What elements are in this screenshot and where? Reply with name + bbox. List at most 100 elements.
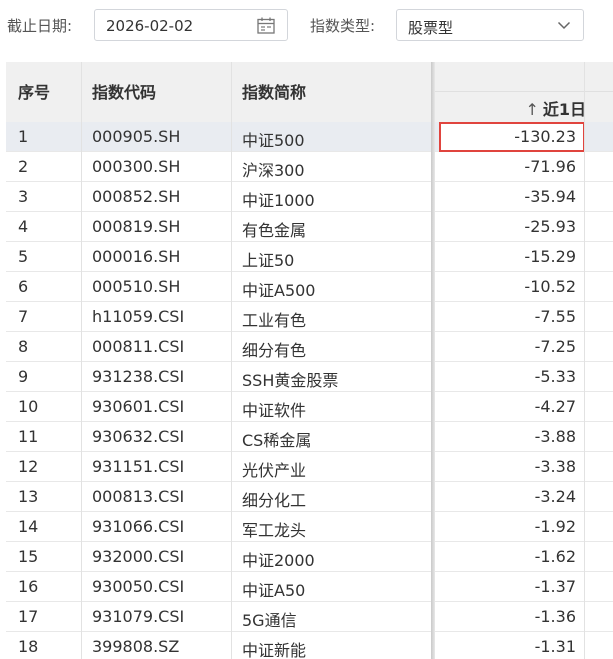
table-row[interactable]: 2 000300.SH 沪深300 -71.96 [6, 152, 613, 182]
row-index: 10 [18, 397, 39, 416]
table-row[interactable]: 4 000819.SH 有色金属 -25.93 [6, 212, 613, 242]
index-name: 沪深300 [242, 161, 305, 180]
index-name: 上证50 [242, 251, 295, 270]
table-row[interactable]: 5 000016.SH 上证50 -15.29 [6, 242, 613, 272]
index-code: 931151.CSI [92, 457, 185, 476]
table-row[interactable]: 17 931079.CSI 5G通信 -1.36 [6, 602, 613, 632]
index-name: 中证A50 [242, 581, 306, 600]
table-row[interactable]: 15 932000.CSI 中证2000 -1.62 [6, 542, 613, 572]
index-name: 光伏产业 [242, 461, 307, 480]
index-code: 000811.CSI [92, 337, 185, 356]
column-header-seq: 序号 [18, 83, 51, 102]
date-label: 截止日期: [7, 17, 73, 35]
row-index: 9 [18, 367, 29, 386]
column-header-1d-label: 近1日 [542, 100, 586, 119]
index-code: 930632.CSI [92, 427, 185, 446]
table-header: 序号 指数代码 指数简称 ↑ 近1日 [6, 62, 613, 122]
row-index: 18 [18, 637, 39, 656]
index-name: 中证A500 [242, 281, 316, 300]
table-row[interactable]: 7 h11059.CSI 工业有色 -7.55 [6, 302, 613, 332]
column-divider [584, 62, 585, 659]
date-picker[interactable]: 2026-02-02 [94, 9, 288, 41]
change-1d: -3.88 [534, 427, 576, 446]
sort-up-icon[interactable]: ↑ [525, 100, 538, 119]
index-name: 中证新能 [242, 641, 307, 659]
row-index: 16 [18, 577, 39, 596]
index-code: 930601.CSI [92, 397, 185, 416]
table-row[interactable]: 9 931238.CSI SSH黄金股票 -5.33 [6, 362, 613, 392]
column-header-name: 指数简称 [242, 83, 307, 102]
row-index: 4 [18, 217, 29, 236]
change-1d: -3.38 [534, 457, 576, 476]
index-name: 5G通信 [242, 611, 297, 630]
table-row[interactable]: 14 931066.CSI 军工龙头 -1.92 [6, 512, 613, 542]
change-1d: -1.31 [534, 637, 576, 656]
change-1d: -1.36 [534, 607, 576, 626]
change-1d: -130.23 [514, 127, 576, 146]
change-1d: -15.29 [524, 247, 576, 266]
index-name: SSH黄金股票 [242, 371, 339, 390]
row-index: 3 [18, 187, 29, 206]
type-label: 指数类型: [310, 17, 376, 35]
filter-bar: 截止日期: 2026-02-02 指数类型: 股票型 [0, 0, 613, 52]
change-1d: -5.33 [534, 367, 576, 386]
change-1d: -1.92 [534, 517, 576, 536]
table-row[interactable]: 11 930632.CSI CS稀金属 -3.88 [6, 422, 613, 452]
index-code: 399808.SZ [92, 637, 180, 656]
change-1d: -1.62 [534, 547, 576, 566]
index-code: 000300.SH [92, 157, 181, 176]
column-divider [81, 62, 82, 659]
index-code: 931238.CSI [92, 367, 185, 386]
row-index: 8 [18, 337, 29, 356]
calendar-icon[interactable] [257, 17, 275, 34]
index-code: 931066.CSI [92, 517, 185, 536]
index-name: 中证软件 [242, 401, 307, 420]
date-value: 2026-02-02 [106, 17, 194, 35]
index-code: 000016.SH [92, 247, 181, 266]
change-1d: -4.27 [534, 397, 576, 416]
table-row[interactable]: 3 000852.SH 中证1000 -35.94 [6, 182, 613, 212]
row-index: 14 [18, 517, 39, 536]
row-index: 17 [18, 607, 39, 626]
index-code: 000819.SH [92, 217, 181, 236]
index-name: 有色金属 [242, 221, 307, 240]
column-header-1d[interactable]: ↑ 近1日 [525, 96, 586, 120]
index-code: 000905.SH [92, 127, 181, 146]
table-row[interactable]: 18 399808.SZ 中证新能 -1.31 [6, 632, 613, 659]
table-row[interactable]: 1 000905.SH 中证500 -130.23 [6, 122, 613, 152]
column-resize-handle[interactable] [431, 62, 435, 659]
row-index: 15 [18, 547, 39, 566]
index-code: 000852.SH [92, 187, 181, 206]
column-header-code: 指数代码 [92, 83, 157, 102]
index-name: 中证2000 [242, 551, 315, 570]
row-index: 13 [18, 487, 39, 506]
table-row[interactable]: 13 000813.CSI 细分化工 -3.24 [6, 482, 613, 512]
index-table: 序号 指数代码 指数简称 ↑ 近1日 1 000905.SH 中证500 -130.23… [6, 62, 613, 659]
column-divider [231, 62, 232, 659]
change-1d: -7.55 [534, 307, 576, 326]
change-1d: -71.96 [524, 157, 576, 176]
row-index: 5 [18, 247, 29, 266]
table-row[interactable]: 16 930050.CSI 中证A50 -1.37 [6, 572, 613, 602]
row-index: 6 [18, 277, 29, 296]
index-name: 中证500 [242, 131, 305, 150]
index-name: CS稀金属 [242, 431, 312, 450]
index-name: 细分化工 [242, 491, 307, 510]
table-row[interactable]: 6 000510.SH 中证A500 -10.52 [6, 272, 613, 302]
index-code: 000510.SH [92, 277, 181, 296]
table-row[interactable]: 10 930601.CSI 中证软件 -4.27 [6, 392, 613, 422]
index-code: 000813.CSI [92, 487, 185, 506]
change-1d: -7.25 [534, 337, 576, 356]
table-row[interactable]: 8 000811.CSI 细分有色 -7.25 [6, 332, 613, 362]
row-index: 2 [18, 157, 29, 176]
change-1d: -35.94 [524, 187, 576, 206]
index-code: h11059.CSI [92, 307, 185, 326]
row-index: 12 [18, 457, 39, 476]
row-index: 11 [18, 427, 39, 446]
chevron-down-icon [557, 21, 571, 30]
header-divider [435, 91, 613, 92]
index-type-select[interactable]: 股票型 [396, 9, 584, 41]
change-1d: -25.93 [524, 217, 576, 236]
table-row[interactable]: 12 931151.CSI 光伏产业 -3.38 [6, 452, 613, 482]
change-1d: -1.37 [534, 577, 576, 596]
